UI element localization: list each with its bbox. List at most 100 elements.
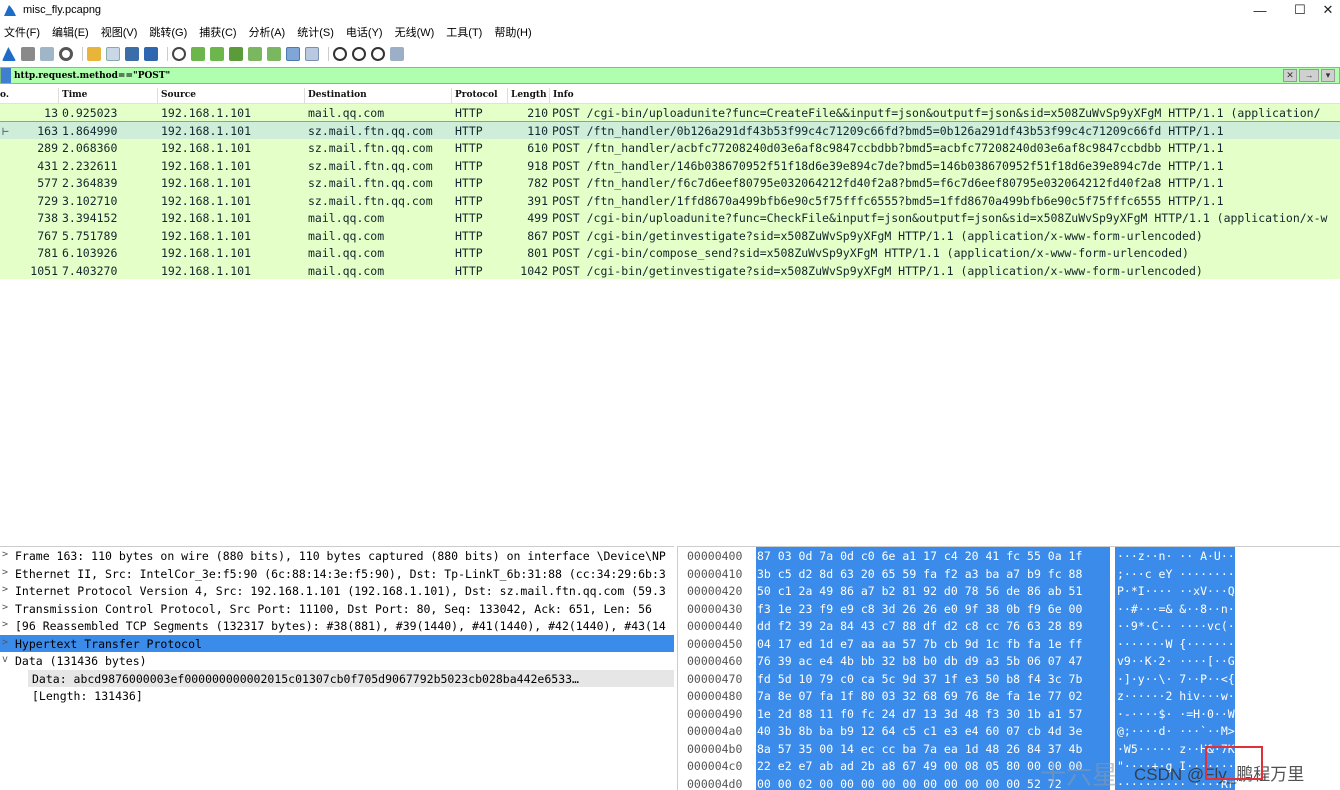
reload-icon[interactable] bbox=[144, 47, 158, 61]
packet-row[interactable]: 577 2.364839 192.168.1.101 sz.mail.ftn.qq.c… bbox=[0, 174, 1340, 192]
col-header-length[interactable]: Length bbox=[511, 90, 547, 100]
detail-tree-item[interactable]: Data: abcd9876000003ef000000000002015c01… bbox=[28, 669, 674, 687]
menu-edit[interactable]: 编辑(E) bbox=[48, 24, 93, 40]
bytes-ascii[interactable]: ·······W {······· bbox=[1115, 634, 1235, 652]
menu-file[interactable]: 文件(F) bbox=[0, 24, 44, 40]
menu-help[interactable]: 帮助(H) bbox=[490, 24, 535, 40]
go-forward-icon[interactable] bbox=[210, 47, 224, 61]
menu-capture[interactable]: 捕获(C) bbox=[195, 24, 240, 40]
bytes-offset[interactable]: 00000400 bbox=[687, 549, 742, 563]
menu-telephony[interactable]: 电话(Y) bbox=[342, 24, 387, 40]
collapsed-arrow-icon[interactable]: > bbox=[2, 602, 8, 613]
packet-row[interactable]: 738 3.394152 192.168.1.101 mail.qq.com HTTP 4… bbox=[0, 209, 1340, 227]
bytes-hex[interactable]: 87 03 0d 7a 0d c0 6e a1 17 c4 20 41 fc 5… bbox=[756, 547, 1110, 565]
col-header-info[interactable]: Info bbox=[553, 90, 574, 100]
find-packet-icon[interactable] bbox=[172, 47, 186, 61]
bytes-ascii[interactable]: ··9*·C·· ····vc(· bbox=[1115, 617, 1235, 635]
clear-filter-icon[interactable]: ✕ bbox=[1283, 69, 1297, 82]
start-capture-icon[interactable] bbox=[2, 47, 16, 61]
bytes-ascii[interactable]: ;···c eY ········ bbox=[1115, 564, 1235, 582]
bytes-hex[interactable]: 04 17 ed 1d e7 aa aa 57 7b cb 9d 1c fb f… bbox=[756, 634, 1110, 652]
menu-tools[interactable]: 工具(T) bbox=[442, 24, 486, 40]
col-header-no[interactable]: o. bbox=[0, 90, 9, 100]
bytes-offset[interactable]: 000004b0 bbox=[687, 742, 742, 756]
bytes-hex[interactable]: f3 1e 23 f9 e9 c8 3d 26 26 e0 9f 38 0b f… bbox=[756, 599, 1110, 617]
detail-tree-item[interactable]: > Internet Protocol Version 4, Src: 192.1… bbox=[0, 582, 674, 600]
bytes-offset[interactable]: 00000430 bbox=[687, 602, 742, 616]
packet-row[interactable]: 289 2.068360 192.168.1.101 sz.mail.ftn.qq.c… bbox=[0, 139, 1340, 157]
display-filter-input[interactable]: http.request.method=="POST" bbox=[14, 71, 170, 81]
collapsed-arrow-icon[interactable]: > bbox=[2, 567, 8, 578]
packet-row[interactable]: 431 2.232611 192.168.1.101 sz.mail.ftn.qq.c… bbox=[0, 156, 1340, 174]
bytes-ascii[interactable]: ···z··n· ·· A·U·· bbox=[1115, 547, 1235, 565]
bytes-offset[interactable]: 00000410 bbox=[687, 567, 742, 581]
col-header-time[interactable]: Time bbox=[62, 90, 87, 100]
go-to-packet-icon[interactable] bbox=[229, 47, 243, 61]
bytes-ascii[interactable]: ·-····$· ·=H·0··W bbox=[1115, 704, 1235, 722]
bytes-ascii[interactable]: ··#···=& &··8··n· bbox=[1115, 599, 1235, 617]
detail-tree-item[interactable]: > Transmission Control Protocol, Src Port… bbox=[0, 600, 674, 618]
first-packet-icon[interactable] bbox=[248, 47, 262, 61]
bytes-offset[interactable]: 000004d0 bbox=[687, 777, 742, 790]
bytes-ascii[interactable]: ·]·y··\· 7··P··<{ bbox=[1115, 669, 1235, 687]
bytes-hex[interactable]: 40 3b 8b ba b9 12 64 c5 c1 e3 e4 60 07 c… bbox=[756, 722, 1110, 740]
bytes-offset[interactable]: 000004a0 bbox=[687, 724, 742, 738]
bytes-hex[interactable]: dd f2 39 2a 84 43 c7 88 df d2 c8 cc 76 6… bbox=[756, 617, 1110, 635]
packet-row[interactable]: 781 6.103926 192.168.1.101 mail.qq.com HTTP 8… bbox=[0, 244, 1340, 262]
packet-row[interactable]: 767 5.751789 192.168.1.101 mail.qq.com HTTP 8… bbox=[0, 226, 1340, 244]
collapsed-arrow-icon[interactable]: > bbox=[2, 584, 8, 595]
zoom-in-icon[interactable] bbox=[333, 47, 347, 61]
collapsed-arrow-icon[interactable]: > bbox=[2, 619, 8, 630]
col-header-protocol[interactable]: Protocol bbox=[455, 90, 498, 100]
packet-row[interactable]: 163 1.864990 192.168.1.101 sz.mail.ftn.qq.c… bbox=[0, 120, 1340, 140]
detail-tree-item[interactable]: > Hypertext Transfer Protocol bbox=[0, 634, 674, 652]
expanded-arrow-icon[interactable]: v bbox=[2, 654, 8, 665]
collapsed-arrow-icon[interactable]: > bbox=[2, 637, 8, 648]
last-packet-icon[interactable] bbox=[267, 47, 281, 61]
bytes-ascii[interactable]: z······2 hiv···w· bbox=[1115, 687, 1235, 705]
bytes-offset[interactable]: 00000440 bbox=[687, 619, 742, 633]
go-back-icon[interactable] bbox=[191, 47, 205, 61]
minimize-button[interactable]: — bbox=[1240, 0, 1280, 20]
menu-go[interactable]: 跳转(G) bbox=[145, 24, 191, 40]
zoom-reset-icon[interactable] bbox=[371, 47, 385, 61]
col-header-destination[interactable]: Destination bbox=[308, 90, 367, 100]
colorize-icon[interactable] bbox=[305, 47, 319, 61]
autoscroll-icon[interactable] bbox=[286, 47, 300, 61]
save-file-icon[interactable] bbox=[106, 47, 120, 61]
close-button[interactable]: ✕ bbox=[1316, 0, 1340, 20]
bytes-hex[interactable]: 1e 2d 88 11 f0 fc 24 d7 13 3d 48 f3 30 1… bbox=[756, 704, 1110, 722]
bytes-hex[interactable]: 76 39 ac e4 4b bb 32 b8 b0 db d9 a3 5b 0… bbox=[756, 652, 1110, 670]
bytes-offset[interactable]: 00000460 bbox=[687, 654, 742, 668]
menu-view[interactable]: 视图(V) bbox=[97, 24, 142, 40]
resize-columns-icon[interactable] bbox=[390, 47, 404, 61]
bytes-ascii[interactable]: @;····d· ···`··M> bbox=[1115, 722, 1235, 740]
filter-dropdown-icon[interactable]: ▾ bbox=[1321, 69, 1335, 82]
bytes-offset[interactable]: 00000490 bbox=[687, 707, 742, 721]
bytes-offset[interactable]: 00000470 bbox=[687, 672, 742, 686]
detail-tree-item[interactable]: [Length: 131436] bbox=[0, 687, 674, 705]
bytes-hex[interactable]: 50 c1 2a 49 86 a7 b2 81 92 d0 78 56 de 8… bbox=[756, 582, 1110, 600]
bytes-hex[interactable]: 3b c5 d2 8d 63 20 65 59 fa f2 a3 ba a7 b… bbox=[756, 564, 1110, 582]
detail-tree-item[interactable]: > Ethernet II, Src: IntelCor_3e:f5:90 (6c… bbox=[0, 565, 674, 583]
open-file-icon[interactable] bbox=[87, 47, 101, 61]
col-header-source[interactable]: Source bbox=[161, 90, 196, 100]
menu-statistics[interactable]: 统计(S) bbox=[293, 24, 338, 40]
packet-row[interactable]: 1051 7.403270 192.168.1.101 mail.qq.com HTTP… bbox=[0, 261, 1340, 279]
collapsed-arrow-icon[interactable]: > bbox=[2, 549, 8, 560]
zoom-out-icon[interactable] bbox=[352, 47, 366, 61]
restart-capture-icon[interactable] bbox=[40, 47, 54, 61]
capture-options-icon[interactable] bbox=[59, 47, 73, 61]
bytes-offset[interactable]: 00000480 bbox=[687, 689, 742, 703]
detail-tree-item[interactable]: > [96 Reassembled TCP Segments (132317 by… bbox=[0, 617, 674, 635]
apply-filter-icon[interactable]: → bbox=[1299, 69, 1319, 82]
bytes-ascii[interactable]: P·*I···· ··xV···Q bbox=[1115, 582, 1235, 600]
menu-analyze[interactable]: 分析(A) bbox=[245, 24, 290, 40]
bytes-offset[interactable]: 00000450 bbox=[687, 637, 742, 651]
bytes-hex[interactable]: 7a 8e 07 fa 1f 80 03 32 68 69 76 8e fa 1… bbox=[756, 687, 1110, 705]
stop-capture-icon[interactable] bbox=[21, 47, 35, 61]
detail-tree-item[interactable]: > Frame 163: 110 bytes on wire (880 bits)… bbox=[0, 547, 674, 565]
close-file-icon[interactable] bbox=[125, 47, 139, 61]
packet-row[interactable]: 729 3.102710 192.168.1.101 sz.mail.ftn.qq.c… bbox=[0, 191, 1340, 209]
packet-row[interactable]: 13 0.925023 192.168.1.101 mail.qq.com HTTP 21… bbox=[0, 104, 1340, 122]
